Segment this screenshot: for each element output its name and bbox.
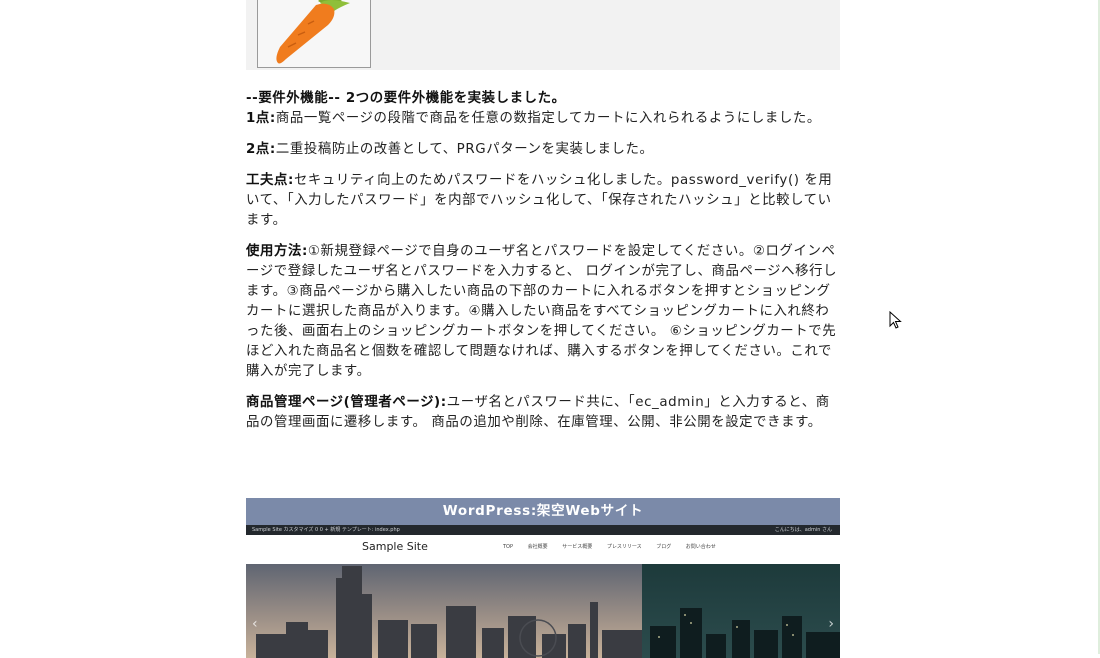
point2-label: 2点: [246, 142, 276, 157]
wp-nav-item-company[interactable]: 会社概要 [528, 544, 548, 550]
point1-text: 商品一覧ページの段階で商品を任意の数指定してカートに入れられるようにしました。 [275, 111, 821, 126]
wp-nav-item-top[interactable]: TOP [503, 544, 513, 550]
admin-label: 商品管理ページ(管理者ページ): [246, 395, 447, 410]
carrot-icon [276, 0, 350, 64]
wp-admin-bar: Sample Site カスタマイズ 0 0 + 新規 テンプレート: inde… [246, 525, 840, 535]
point1-label: 1点: [246, 111, 276, 126]
content-column: --要件外機能-- 2つの要件外機能を実装しました。 1点:商品一覧ページの段階… [246, 0, 840, 658]
wp-nav-item-service[interactable]: サービス概要 [562, 544, 592, 550]
ingenuity-label: 工夫点: [246, 173, 294, 188]
mouse-pointer-icon [889, 311, 902, 329]
product-image-panel [246, 0, 840, 70]
admin-paragraph: 商品管理ページ(管理者ページ):ユーザ名とパスワード共に、「ec_admin」と… [246, 393, 840, 433]
usage-label: 使用方法: [246, 244, 308, 259]
ingenuity-paragraph: 工夫点:セキュリティ向上のためパスワードをハッシュ化しました。password_… [246, 171, 840, 231]
usage-text: ①新規登録ページで自身のユーザ名とパスワードを設定してください。②ログインページ… [246, 244, 838, 379]
slider-next-arrow[interactable]: › [828, 616, 834, 632]
wp-site-header: Sample Site TOP 会社概要 サービス概要 プレスリリース ブログ … [246, 535, 840, 564]
wp-admin-greeting: こんにちは、admin さん [774, 527, 832, 533]
slider-prev-arrow[interactable]: ‹ [252, 616, 258, 632]
intro-paragraph: --要件外機能-- 2つの要件外機能を実装しました。 1点:商品一覧ページの段階… [246, 89, 840, 129]
city-skyline-image [246, 564, 840, 658]
wp-nav: TOP 会社概要 サービス概要 プレスリリース ブログ お問い合わせ [503, 543, 729, 550]
point2-text: 二重投稿防止の改善として、PRGパターンを実装しました。 [275, 142, 654, 157]
description-text: --要件外機能-- 2つの要件外機能を実装しました。 1点:商品一覧ページの段階… [246, 89, 840, 433]
wp-site-title: Sample Site [362, 540, 428, 553]
ingenuity-text: セキュリティ向上のためパスワードをハッシュ化しました。password_veri… [246, 173, 833, 228]
usage-paragraph: 使用方法:①新規登録ページで自身のユーザ名とパスワードを設定してください。②ログ… [246, 242, 840, 382]
intro-heading: --要件外機能-- 2つの要件外機能を実装しました。 [246, 91, 566, 106]
wp-nav-item-press[interactable]: プレスリリース [607, 544, 642, 550]
wp-nav-item-blog[interactable]: ブログ [656, 544, 671, 550]
wp-hero-slider: ‹ › [246, 564, 840, 658]
wp-nav-item-contact[interactable]: お問い合わせ [686, 544, 716, 550]
wordpress-title-bar: WordPress:架空Webサイト [246, 498, 840, 525]
point2-paragraph: 2点:二重投稿防止の改善として、PRGパターンを実装しました。 [246, 140, 840, 160]
product-thumbnail[interactable] [257, 0, 371, 68]
wp-admin-bar-items: Sample Site カスタマイズ 0 0 + 新規 テンプレート: inde… [252, 527, 400, 533]
wordpress-preview: WordPress:架空Webサイト Sample Site カスタマイズ 0 … [246, 498, 840, 658]
